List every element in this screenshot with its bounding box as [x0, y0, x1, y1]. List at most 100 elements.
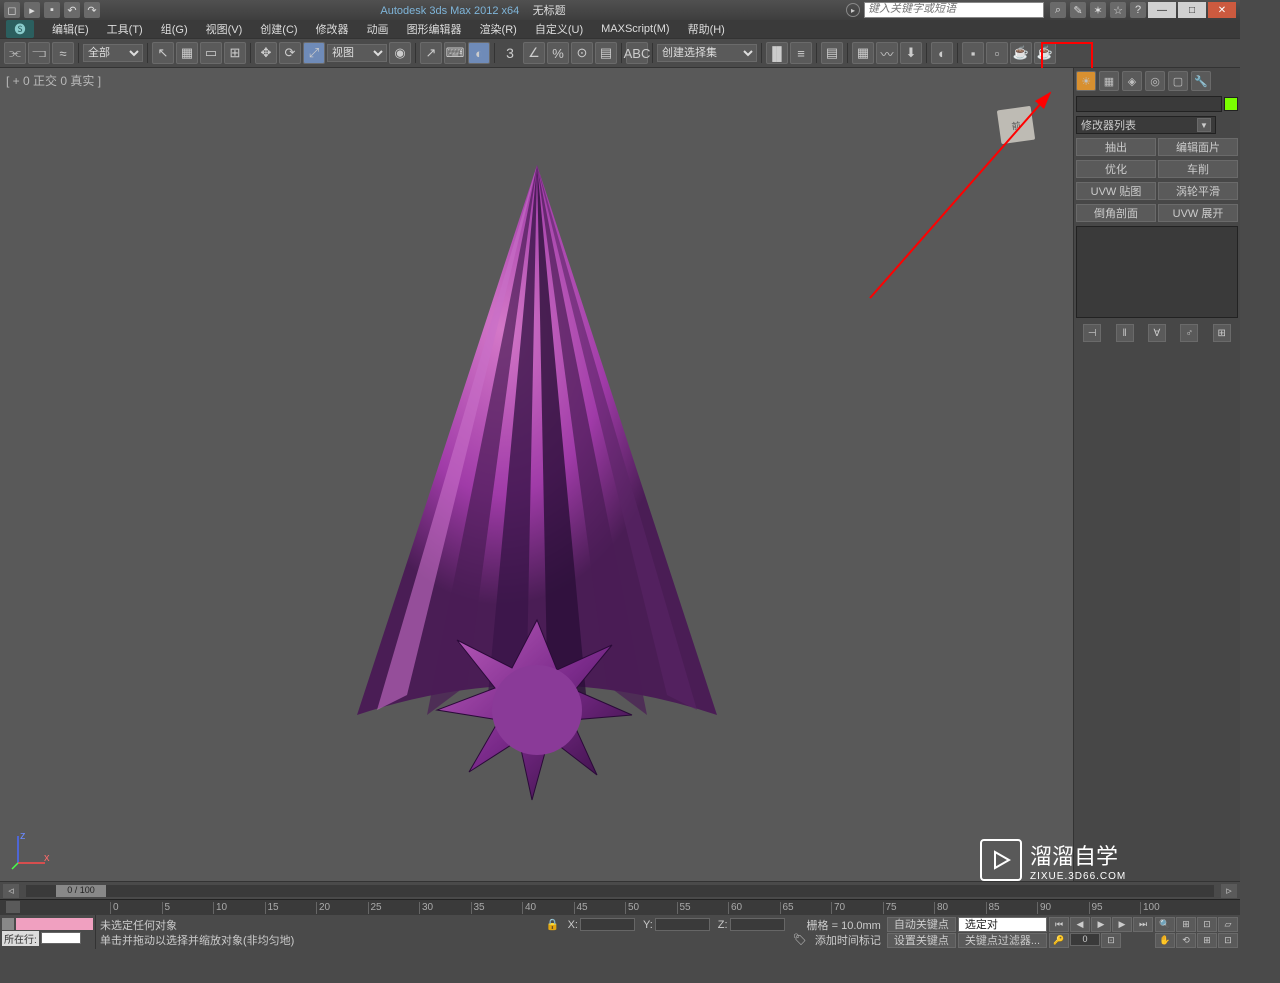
- curve-editor-icon[interactable]: 〰: [876, 42, 898, 64]
- maximize-button[interactable]: □: [1178, 2, 1206, 18]
- abc-icon[interactable]: ABC: [626, 42, 648, 64]
- display-icon[interactable]: ▢: [1168, 71, 1188, 91]
- schematic-icon[interactable]: ⬇: [900, 42, 922, 64]
- current-line-input[interactable]: [41, 932, 81, 944]
- next-frame-icon[interactable]: ▶: [1112, 917, 1132, 932]
- menu-rendering[interactable]: 渲染(R): [472, 20, 525, 38]
- menu-edit[interactable]: 编辑(E): [44, 20, 97, 38]
- scale-icon[interactable]: ⤢: [303, 42, 325, 64]
- x-input[interactable]: [580, 918, 635, 931]
- mod-btn-2-0[interactable]: UVW 贴图: [1076, 182, 1156, 200]
- snap-toggle-icon[interactable]: ◐: [468, 42, 490, 64]
- modifier-stack[interactable]: [1076, 226, 1238, 318]
- object-color-swatch[interactable]: [1224, 97, 1238, 111]
- render-frame-icon[interactable]: ▫: [986, 42, 1008, 64]
- teapot-render-icon[interactable]: ☕: [1010, 42, 1032, 64]
- menu-group[interactable]: 组(G): [153, 20, 196, 38]
- viewport-label[interactable]: [ + 0 正交 0 真实 ]: [6, 72, 101, 89]
- window-cross-icon[interactable]: ⊞: [224, 42, 246, 64]
- mod-btn-2-1[interactable]: 涡轮平滑: [1158, 182, 1238, 200]
- zoom-all-icon[interactable]: ⊞: [1176, 917, 1196, 932]
- mod-btn-1-1[interactable]: 车削: [1158, 160, 1238, 178]
- time-slider[interactable]: 0 / 100: [26, 885, 1214, 897]
- menu-customize[interactable]: 自定义(U): [527, 20, 591, 38]
- goto-start-icon[interactable]: ⏮: [1049, 917, 1069, 932]
- search-input[interactable]: [865, 3, 1043, 15]
- pin-stack-icon[interactable]: ⊣: [1083, 324, 1101, 342]
- unlink-icon[interactable]: ⫎: [28, 42, 50, 64]
- mod-btn-0-1[interactable]: 编辑面片: [1158, 138, 1238, 156]
- binoculars-icon[interactable]: ⌕: [1050, 2, 1066, 18]
- pivot-icon[interactable]: ◉: [389, 42, 411, 64]
- align-icon[interactable]: ≡: [790, 42, 812, 64]
- key-mode-icon[interactable]: 🔑: [1049, 933, 1069, 948]
- menu-create[interactable]: 创建(C): [252, 20, 305, 38]
- close-button[interactable]: ✕: [1208, 2, 1236, 18]
- zoom-ext-icon[interactable]: ⊡: [1197, 917, 1217, 932]
- remove-icon[interactable]: ♂: [1180, 324, 1198, 342]
- time-slider-thumb[interactable]: 0 / 100: [56, 885, 106, 897]
- bind-icon[interactable]: ≈: [52, 42, 74, 64]
- menu-grapheditors[interactable]: 图形编辑器: [399, 20, 470, 38]
- fov-icon[interactable]: ▱: [1218, 917, 1238, 932]
- open-icon[interactable]: ▸: [24, 2, 40, 18]
- teapot2-icon[interactable]: ☕: [1034, 42, 1056, 64]
- prev-frame-icon[interactable]: ◀: [1070, 917, 1090, 932]
- modifier-list-dropdown[interactable]: 修改器列表 ▼: [1076, 116, 1216, 134]
- material-editor-icon[interactable]: ◐: [931, 42, 953, 64]
- app-icon[interactable]: 🅢: [6, 20, 34, 38]
- vp-config-icon[interactable]: ⊡: [1218, 933, 1238, 948]
- menu-tools[interactable]: 工具(T): [99, 20, 151, 38]
- move-icon[interactable]: ✥: [255, 42, 277, 64]
- selection-filter-dropdown[interactable]: 全部: [83, 44, 143, 62]
- help-icon[interactable]: ?: [1130, 2, 1146, 18]
- light-icon[interactable]: ☀: [1076, 71, 1096, 91]
- autokey-button[interactable]: 自动关键点: [887, 917, 956, 932]
- time-ruler[interactable]: 0510152025303540455055606570758085909510…: [0, 899, 1240, 915]
- menu-views[interactable]: 视图(V): [198, 20, 251, 38]
- spinner-snap-icon[interactable]: ⊙: [571, 42, 593, 64]
- link-icon[interactable]: ⫘: [4, 42, 26, 64]
- ref-coord-dropdown[interactable]: 视图: [327, 44, 387, 62]
- viewcube[interactable]: 前: [997, 106, 1035, 144]
- object-name-input[interactable]: [1076, 96, 1222, 112]
- selected-input[interactable]: 选定对: [958, 917, 1047, 932]
- named-selection-dropdown[interactable]: 创建选择集: [657, 44, 757, 62]
- goto-end-icon[interactable]: ⏭: [1133, 917, 1153, 932]
- mirror-icon[interactable]: ▐▌: [766, 42, 788, 64]
- menu-animation[interactable]: 动画: [359, 20, 397, 38]
- time-config-icon[interactable]: ⊡: [1101, 933, 1121, 948]
- show-result-icon[interactable]: ‖: [1116, 324, 1134, 342]
- play-icon[interactable]: ▶: [1091, 917, 1111, 932]
- manipulate-icon[interactable]: ↗: [420, 42, 442, 64]
- redo-icon[interactable]: ↷: [84, 2, 100, 18]
- util-icon[interactable]: 🔧: [1191, 71, 1211, 91]
- search-box[interactable]: [864, 2, 1044, 18]
- timeline-left-icon[interactable]: ◃: [3, 884, 19, 898]
- angle-snap-icon[interactable]: ∠: [523, 42, 545, 64]
- addtag-label[interactable]: 添加时间标记: [815, 932, 881, 948]
- tag-icon[interactable]: 🏷: [793, 933, 807, 947]
- tool1-icon[interactable]: ✎: [1070, 2, 1086, 18]
- keyfilter-button[interactable]: 关键点过滤器...: [958, 933, 1047, 948]
- menu-modifiers[interactable]: 修改器: [308, 20, 357, 38]
- layer-icon[interactable]: ▤: [821, 42, 843, 64]
- select-icon[interactable]: ↖: [152, 42, 174, 64]
- zoom-icon[interactable]: 🔍: [1155, 917, 1175, 932]
- menu-help[interactable]: 帮助(H): [680, 20, 733, 38]
- arrow-icon[interactable]: ▸: [846, 3, 860, 17]
- keyboard-icon[interactable]: ⌨: [444, 42, 466, 64]
- frame-input[interactable]: [1070, 933, 1100, 946]
- rotate-icon[interactable]: ⟳: [279, 42, 301, 64]
- viewport[interactable]: [ + 0 正交 0 真实 ] 前: [0, 68, 1074, 881]
- orbit-icon[interactable]: ⟲: [1176, 933, 1196, 948]
- z-input[interactable]: [730, 918, 785, 931]
- undo-icon[interactable]: ↶: [64, 2, 80, 18]
- percent-snap-icon[interactable]: %: [547, 42, 569, 64]
- new-icon[interactable]: ◻: [4, 2, 20, 18]
- lock-icon[interactable]: 🔒: [546, 918, 560, 932]
- min-max-icon[interactable]: ⊞: [1197, 933, 1217, 948]
- grid-icon[interactable]: ▦: [1099, 71, 1119, 91]
- motion-icon[interactable]: ◎: [1145, 71, 1165, 91]
- select-name-icon[interactable]: ▦: [176, 42, 198, 64]
